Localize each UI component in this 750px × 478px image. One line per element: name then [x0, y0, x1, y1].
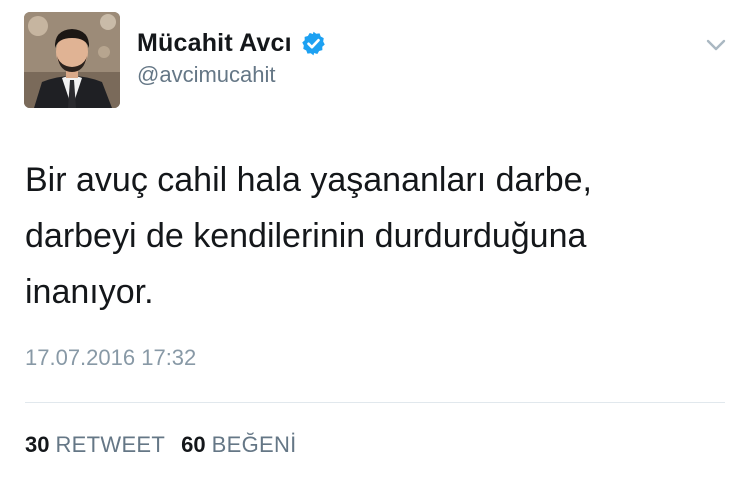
author-name-row[interactable]: Mücahit Avcı — [137, 27, 327, 59]
avatar-image — [24, 12, 120, 108]
retweets-label: RETWEET — [55, 432, 166, 457]
divider — [25, 402, 725, 403]
author-handle[interactable]: @avcimucahit — [137, 62, 276, 88]
likes-count: 60 — [181, 432, 206, 457]
tweet-text: Bir avuç cahil hala yaşananları darbe, d… — [25, 161, 592, 311]
verified-badge-icon — [300, 30, 327, 57]
chevron-down-icon[interactable] — [704, 33, 728, 57]
avatar[interactable] — [24, 12, 120, 108]
likes-label: BEĞENİ — [211, 432, 297, 457]
likes-stat[interactable]: 60 BEĞENİ — [181, 432, 296, 458]
tweet-card: Mücahit Avcı @avcimucahit Bir avuç cahil… — [0, 0, 750, 478]
retweets-count: 30 — [25, 432, 50, 457]
retweets-stat[interactable]: 30 RETWEET — [25, 432, 165, 458]
tweet-stats: 30 RETWEET 60 BEĞENİ — [25, 432, 313, 458]
tweet-timestamp[interactable]: 17.07.2016 17:32 — [25, 345, 196, 371]
author-display-name[interactable]: Mücahit Avcı — [137, 29, 292, 58]
